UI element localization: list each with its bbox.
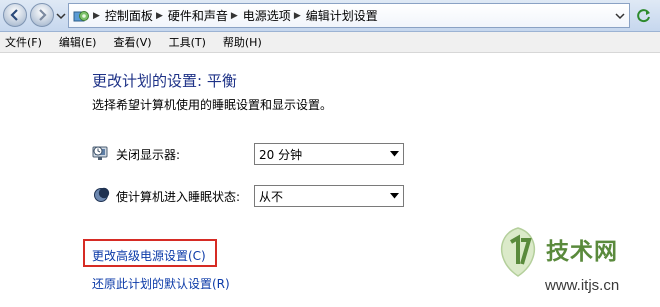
watermark-brand: 技术网 [546, 239, 618, 265]
breadcrumb-control-panel[interactable]: 控制面板 [105, 7, 153, 24]
menu-tools[interactable]: 工具(T) [169, 34, 206, 50]
display-off-select[interactable]: 20 分钟 [254, 143, 404, 165]
address-toolbar: ▶ 控制面板 ▶ 硬件和声音 ▶ 电源选项 ▶ 编辑计划设置 [0, 0, 660, 32]
sleep-setting: 使计算机进入睡眠状态: 从不 [92, 185, 412, 207]
forward-arrow-icon [39, 9, 47, 21]
recent-pages-dropdown-icon[interactable] [56, 11, 66, 21]
breadcrumb-edit-plan[interactable]: 编辑计划设置 [306, 7, 378, 24]
monitor-clock-icon [92, 146, 108, 160]
sleep-value: 从不 [259, 189, 284, 204]
display-off-setting: 关闭显示器: 20 分钟 [92, 143, 412, 165]
menu-help[interactable]: 帮助(H) [223, 34, 262, 50]
refresh-icon [637, 9, 650, 23]
breadcrumb-separator-icon[interactable]: ▶ [93, 11, 100, 21]
sleep-select[interactable]: 从不 [254, 185, 404, 207]
chevron-down-icon[interactable] [386, 144, 403, 164]
forward-button[interactable] [30, 3, 54, 27]
back-button[interactable] [3, 3, 27, 27]
menu-edit[interactable]: 编辑(E) [59, 34, 97, 50]
watermark-logo-icon [500, 227, 536, 277]
refresh-button[interactable] [634, 6, 654, 26]
breadcrumb-power-options[interactable]: 电源选项 [243, 7, 291, 24]
watermark-url: www.itjs.cn [545, 277, 620, 294]
page-subtitle: 选择希望计算机使用的睡眠设置和显示设置。 [92, 98, 333, 112]
breadcrumb-separator-icon[interactable]: ▶ [231, 11, 238, 21]
breadcrumb-separator-icon[interactable]: ▶ [294, 11, 301, 21]
menu-view[interactable]: 查看(V) [113, 34, 151, 50]
breadcrumb-hardware-sound[interactable]: 硬件和声音 [168, 7, 228, 24]
back-arrow-icon [10, 9, 18, 21]
display-off-label: 关闭显示器: [116, 148, 181, 162]
breadcrumb[interactable]: ▶ 控制面板 ▶ 硬件和声音 ▶ 电源选项 ▶ 编辑计划设置 [68, 3, 630, 28]
moon-icon [94, 187, 110, 202]
page-title: 更改计划的设置: 平衡 [92, 72, 237, 90]
restore-defaults-link[interactable]: 还原此计划的默认设置(R) [92, 275, 230, 292]
display-off-value: 20 分钟 [259, 147, 303, 162]
chevron-down-icon[interactable] [386, 186, 403, 206]
breadcrumb-separator-icon[interactable]: ▶ [156, 11, 163, 21]
control-panel-icon [69, 4, 93, 27]
menu-file[interactable]: 文件(F) [5, 34, 42, 50]
advanced-power-settings-link[interactable]: 更改高级电源设置(C) [92, 247, 206, 264]
sleep-label: 使计算机进入睡眠状态: [116, 190, 241, 204]
menu-bar: 文件(F) 编辑(E) 查看(V) 工具(T) 帮助(H) [0, 32, 660, 53]
address-history-dropdown-icon[interactable] [613, 10, 627, 22]
